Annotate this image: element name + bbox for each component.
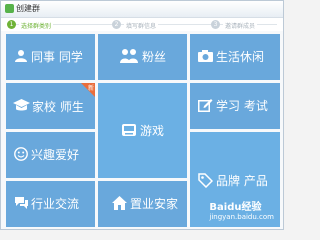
step-1-label: 选择群类别 (19, 21, 54, 30)
tile-colleagues[interactable]: 同事 同学 (6, 34, 95, 80)
step-3-label: 邀请群成员 (223, 21, 258, 30)
graduation-cap-icon (13, 99, 30, 111)
step-progress: 1 选择群类别 2 填写群信息 3 邀请群成员 (1, 18, 283, 31)
house-icon (112, 196, 127, 210)
tile-property[interactable]: 置业安家 (98, 181, 187, 227)
tile-colleagues-label: 同事 同学 (31, 50, 83, 64)
step-1-number: 1 (7, 20, 16, 29)
create-group-window: 创建群 1 选择群类别 2 填写群信息 3 邀请群成员 同事 同学 粉丝 生活休… (0, 0, 284, 230)
tile-industry[interactable]: 行业交流 (6, 181, 95, 227)
chat-bubbles-icon (15, 197, 28, 209)
people-icon (15, 50, 27, 62)
fans-icon (120, 49, 138, 63)
gamepad-icon (122, 124, 136, 136)
title-bar: 创建群 (1, 1, 283, 18)
tile-study-label: 学习 考试 (216, 99, 268, 113)
app-icon (5, 4, 14, 13)
tag-icon (198, 173, 213, 188)
watermark-logo: Baidu经验 (209, 202, 262, 213)
tile-hobbies-label: 生活休闲 (216, 50, 265, 64)
tile-fans[interactable]: 粉丝 (98, 34, 187, 80)
new-badge-label: 新 (87, 85, 94, 92)
camera-icon (198, 50, 213, 62)
tile-brand-label: 品牌 产品 (216, 174, 268, 188)
tile-interest-label: 兴趣爱好 (31, 148, 80, 162)
group-category-grid: 同事 同学 粉丝 生活休闲 家校 师生 新 游戏 学习 考试 兴趣爱好 品牌 产… (6, 34, 280, 227)
watermark: Baidu经验 jingyan.baidu.com (209, 198, 274, 221)
pencil-square-icon (198, 99, 213, 112)
step-2-label: 填写群信息 (124, 21, 159, 30)
smiley-icon (14, 147, 28, 161)
tile-brand[interactable]: 品牌 产品 Baidu经验 jingyan.baidu.com (190, 132, 280, 227)
tile-study[interactable]: 学习 考试 (190, 83, 280, 129)
tile-school-label: 家校 师生 (32, 100, 84, 114)
watermark-text: jingyan.baidu.com (209, 213, 274, 221)
step-3-number: 3 (211, 20, 220, 29)
tile-school[interactable]: 家校 师生 新 (6, 83, 95, 129)
step-2-number: 2 (112, 20, 121, 29)
tile-games-label: 游戏 (140, 124, 165, 138)
tile-games[interactable]: 游戏 (98, 83, 187, 178)
tile-interest[interactable]: 兴趣爱好 (6, 132, 95, 178)
tile-industry-label: 行业交流 (31, 197, 80, 211)
tile-hobbies[interactable]: 生活休闲 (190, 34, 280, 80)
tile-property-label: 置业安家 (130, 197, 179, 211)
tile-fans-label: 粉丝 (142, 50, 167, 64)
window-title: 创建群 (16, 4, 40, 13)
